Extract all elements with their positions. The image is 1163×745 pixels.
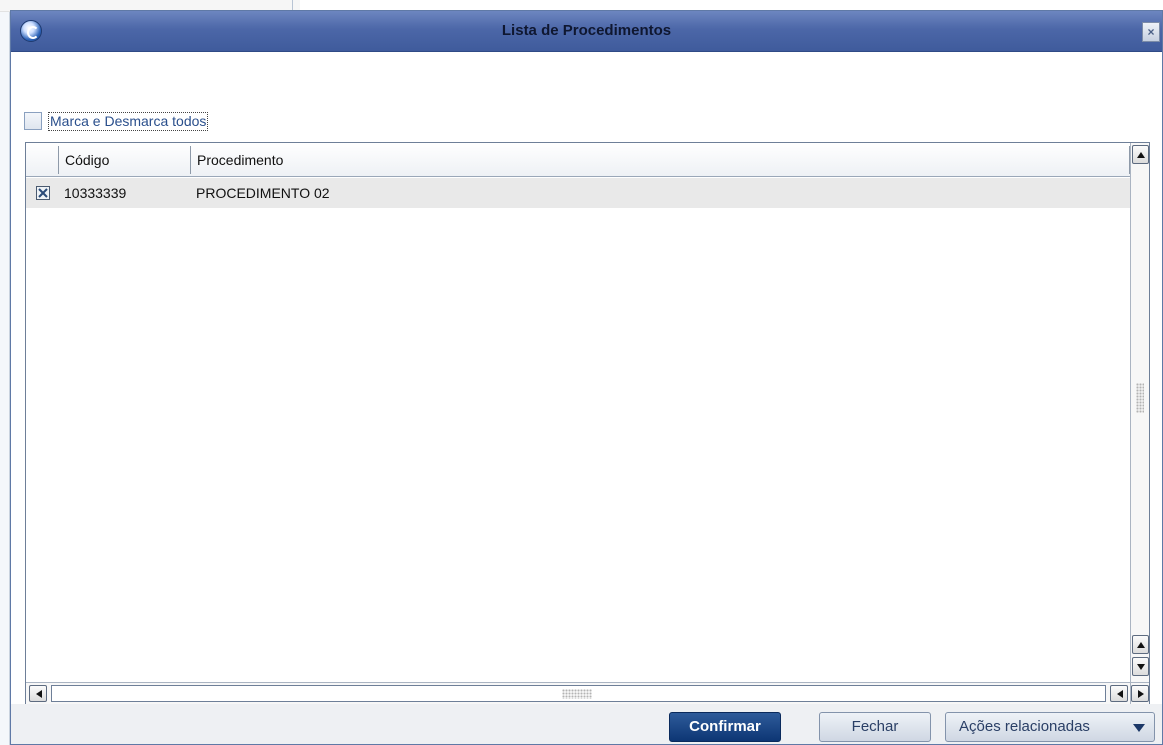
confirm-button[interactable]: Confirmar <box>669 712 781 742</box>
dialog-footer: Confirmar Fechar Ações relacionadas <box>11 704 1162 744</box>
scroll-right-button[interactable] <box>1131 685 1149 702</box>
arrow-up-icon <box>1137 152 1145 158</box>
procedures-dialog: Lista de Procedimentos × Marca e Desmarc… <box>10 10 1163 745</box>
arrow-left-icon <box>36 690 42 698</box>
scroll-up-button-lower[interactable] <box>1132 635 1149 654</box>
column-header-select[interactable] <box>26 146 58 174</box>
dialog-title: Lista de Procedimentos <box>501 22 672 39</box>
close-icon[interactable]: × <box>1142 22 1160 42</box>
cell-codigo: 10333339 <box>64 185 127 201</box>
procedures-table: Código Procedimento 10333339 PROCEDIMENT… <box>25 142 1150 705</box>
dialog-titlebar[interactable]: Lista de Procedimentos × <box>11 11 1162 52</box>
arrow-left-icon <box>1117 690 1123 698</box>
scroll-down-button[interactable] <box>1132 657 1149 676</box>
scrollbar-grip[interactable] <box>562 689 592 699</box>
select-all-label[interactable]: Marca e Desmarca todos <box>48 111 209 131</box>
table-header: Código Procedimento <box>26 143 1132 177</box>
checkmark-x-icon <box>38 188 48 198</box>
select-all-checkbox[interactable] <box>24 112 42 130</box>
background-panel-left <box>0 0 10 745</box>
scroll-up-button[interactable] <box>1132 145 1149 164</box>
vertical-scrollbar[interactable] <box>1130 143 1149 682</box>
arrow-up-icon <box>1137 642 1145 648</box>
cell-procedimento: PROCEDIMENTO 02 <box>196 185 330 201</box>
related-actions-button[interactable]: Ações relacionadas <box>945 712 1155 742</box>
scroll-left-button-right[interactable] <box>1110 685 1128 702</box>
scroll-left-button[interactable] <box>29 685 47 702</box>
close-button[interactable]: Fechar <box>819 712 931 742</box>
column-header-codigo[interactable]: Código <box>58 146 190 174</box>
select-all-toggle[interactable]: Marca e Desmarca todos <box>24 110 209 132</box>
arrow-down-icon <box>1137 664 1145 670</box>
row-checkbox[interactable] <box>36 186 50 200</box>
related-actions-label: Ações relacionadas <box>959 718 1090 735</box>
arrow-right-icon <box>1138 690 1144 698</box>
chevron-down-icon <box>1133 724 1145 732</box>
table-row[interactable]: 10333339 PROCEDIMENTO 02 <box>26 178 1132 208</box>
scrollbar-grip[interactable] <box>1136 383 1144 413</box>
scrollbar-corner <box>1130 682 1149 704</box>
horizontal-scroll-thumb[interactable] <box>51 685 1106 702</box>
horizontal-scrollbar[interactable] <box>26 682 1132 704</box>
column-header-procedimento[interactable]: Procedimento <box>190 146 1130 174</box>
